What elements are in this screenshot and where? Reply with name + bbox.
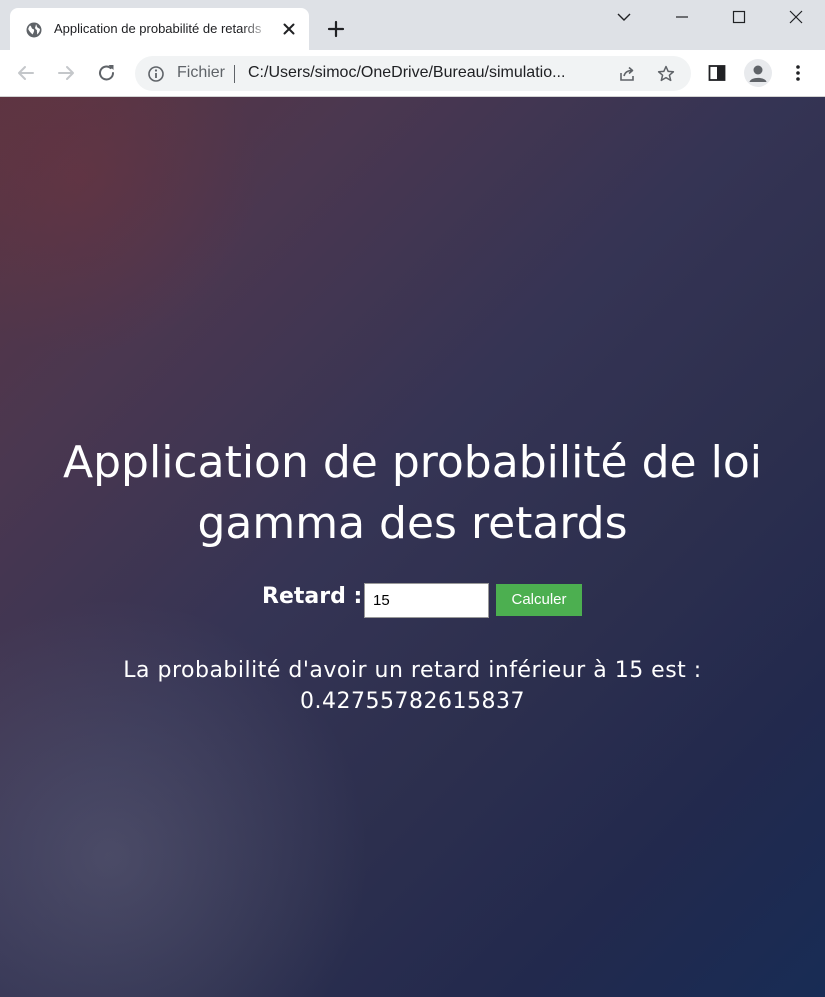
page-title-line-1: Application de probabilité de loi <box>63 437 762 488</box>
close-icon[interactable] <box>280 20 298 38</box>
window-close-icon[interactable] <box>778 4 814 30</box>
retard-input[interactable]: 15 <box>364 583 489 618</box>
retard-form: Retard : 15 Calculer <box>0 582 825 618</box>
url-scheme-label: Fichier <box>177 64 226 81</box>
result-sentence: La probabilité d'avoir un retard inférie… <box>123 658 702 683</box>
share-icon[interactable] <box>617 64 637 84</box>
page-content: Application de probabilité de loi gamma … <box>0 97 825 997</box>
result-value: 0.42755782615837 <box>300 689 525 714</box>
menu-kebab-icon[interactable] <box>787 62 809 84</box>
address-bar[interactable]: Fichier C:/Users/simoc/OneDrive/Bureau/s… <box>135 56 691 91</box>
tab-title: Application de probabilité de retards <box>54 21 262 36</box>
page-title: Application de probabilité de loi gamma … <box>0 432 825 554</box>
bookmark-star-icon[interactable] <box>656 64 676 84</box>
globe-icon <box>26 22 42 38</box>
result-text: La probabilité d'avoir un retard inférie… <box>0 655 825 717</box>
page-title-line-2: gamma des retards <box>197 498 628 549</box>
person-icon <box>749 65 767 82</box>
tab-strip: Application de probabilité de retards <box>0 0 825 50</box>
info-icon[interactable] <box>147 65 165 83</box>
calculer-button[interactable]: Calculer <box>496 584 582 616</box>
forward-arrow-icon[interactable] <box>55 62 77 84</box>
minimize-icon[interactable] <box>664 4 700 30</box>
back-arrow-icon[interactable] <box>15 62 37 84</box>
maximize-icon[interactable] <box>721 4 757 30</box>
browser-toolbar: Fichier C:/Users/simoc/OneDrive/Bureau/s… <box>0 50 825 97</box>
browser-tab[interactable]: Application de probabilité de retards <box>10 8 309 50</box>
side-panel-icon[interactable] <box>706 62 728 84</box>
retard-label: Retard : <box>262 584 363 609</box>
tab-search-chevron-icon[interactable] <box>606 4 642 30</box>
url-separator <box>234 65 235 83</box>
profile-avatar[interactable] <box>744 59 772 87</box>
url-text[interactable]: C:/Users/simoc/OneDrive/Bureau/simulatio… <box>248 64 598 82</box>
reload-icon[interactable] <box>96 62 118 84</box>
new-tab-icon[interactable] <box>325 18 347 40</box>
